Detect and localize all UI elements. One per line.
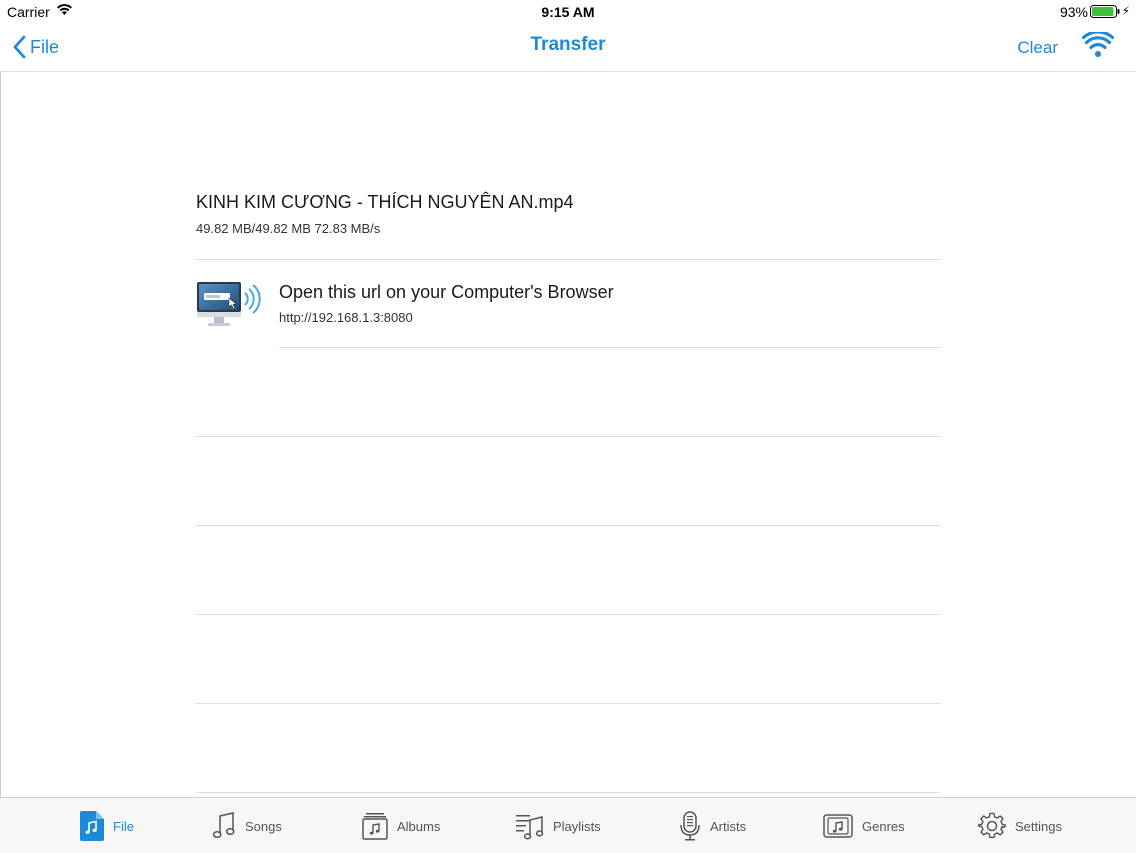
split-view-divider [0, 71, 1, 798]
gear-icon [978, 812, 1006, 839]
status-time: 9:15 AM [541, 4, 595, 20]
computer-wifi-icon [196, 280, 264, 333]
tab-label: Songs [245, 818, 282, 834]
battery-percentage: 93% [1059, 4, 1088, 20]
server-url-row[interactable]: Open this url on your Computer's Browser… [196, 260, 940, 348]
tab-label: File [113, 818, 134, 834]
status-bar: Carrier 9:15 AM 93% ⚡ [0, 0, 1136, 24]
tab-bar: File Songs Albums Playlists Artists Genr… [0, 797, 1136, 853]
empty-row [196, 615, 940, 704]
file-music-icon [80, 811, 104, 841]
genre-icon [823, 814, 853, 838]
tab-label: Playlists [553, 818, 601, 834]
transfer-list: KINH KIM CƯƠNG - THÍCH NGUYÊN AN.mp4 49.… [196, 172, 940, 793]
tab-label: Artists [710, 818, 747, 834]
tab-label: Settings [1015, 818, 1062, 834]
tab-artists[interactable]: Artists [679, 810, 746, 842]
tab-songs[interactable]: Songs [212, 810, 282, 842]
microphone-icon [680, 811, 700, 841]
empty-row [196, 526, 940, 615]
transfer-file-row[interactable]: KINH KIM CƯƠNG - THÍCH NGUYÊN AN.mp4 49.… [196, 172, 940, 260]
clear-button[interactable]: Clear [1017, 38, 1058, 58]
tab-playlists[interactable]: Playlists [516, 810, 601, 842]
empty-row [196, 704, 940, 793]
tab-genres[interactable]: Genres [823, 810, 905, 842]
page-title: Transfer [530, 34, 606, 55]
transfer-progress: 49.82 MB/49.82 MB 72.83 MB/s [196, 221, 381, 236]
tab-label: Albums [397, 818, 441, 834]
tab-albums[interactable]: Albums [362, 810, 440, 842]
empty-row [196, 348, 940, 437]
wifi-icon[interactable] [1081, 30, 1115, 63]
music-note-icon [212, 812, 235, 839]
charging-bolt-icon: ⚡ [1121, 4, 1130, 18]
tab-file[interactable]: File [80, 810, 134, 842]
playlist-icon [516, 815, 544, 840]
empty-row [196, 437, 940, 526]
tab-label: Genres [862, 818, 905, 834]
battery-icon [1090, 5, 1120, 21]
tab-settings[interactable]: Settings [978, 810, 1062, 842]
server-url-title: Open this url on your Computer's Browser [279, 282, 614, 302]
navigation-bar: File Transfer Clear [0, 24, 1136, 72]
transfer-filename: KINH KIM CƯƠNG - THÍCH NGUYÊN AN.mp4 [196, 192, 574, 212]
server-url[interactable]: http://192.168.1.3:8080 [279, 310, 413, 325]
row-separator [279, 347, 940, 348]
album-icon [362, 813, 388, 840]
